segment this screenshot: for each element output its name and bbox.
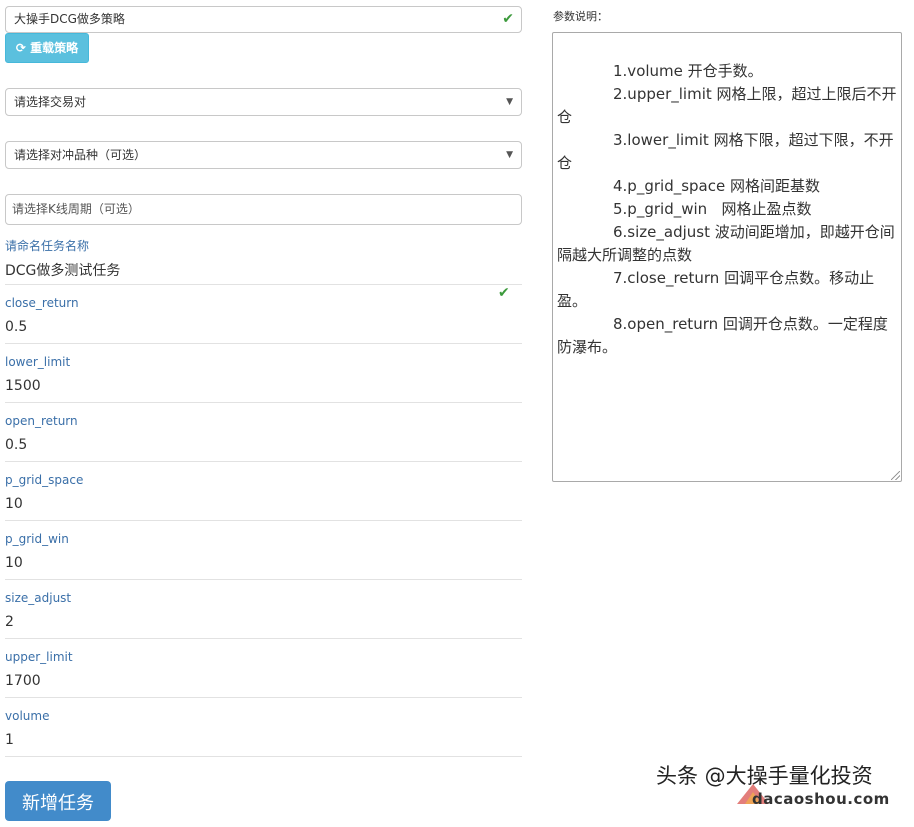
help-line: 2.upper_limit 网格上限，超过上限后不开仓 [557, 85, 897, 126]
chevron-down-icon: ▼ [506, 150, 513, 160]
param-label-open-return: open_return [5, 414, 78, 428]
divider [5, 520, 522, 521]
divider [5, 697, 522, 698]
check-icon: ✔ [502, 11, 514, 27]
param-label-volume: volume [5, 709, 50, 723]
param-input-open-return[interactable]: 0.5 [5, 437, 27, 453]
divider [5, 461, 522, 462]
param-label-close-return: close_return [5, 296, 79, 310]
param-input-p-grid-win[interactable]: 10 [5, 555, 23, 571]
help-line: 8.open_return 回调开仓点数。一定程度防瀑布。 [557, 315, 888, 356]
divider [5, 402, 522, 403]
add-task-button[interactable]: 新增任务 [5, 781, 111, 821]
param-input-upper-limit[interactable]: 1700 [5, 673, 41, 689]
task-name-input[interactable]: DCG做多测试任务 [5, 260, 120, 280]
help-line: 4.p_grid_space 网格间距基数 [613, 177, 820, 195]
reload-strategy-label: 重载策略 [30, 41, 79, 55]
param-label-lower-limit: lower_limit [5, 355, 71, 369]
divider [5, 343, 522, 344]
divider [5, 638, 522, 639]
param-input-close-return[interactable]: 0.5 [5, 319, 27, 335]
param-input-lower-limit[interactable]: 1500 [5, 378, 41, 394]
kline-period-placeholder: 请选择K线周期（可选） [12, 202, 140, 216]
param-label-size-adjust: size_adjust [5, 591, 72, 605]
task-name-label: 请命名任务名称 [5, 239, 90, 253]
strategy-select[interactable]: 大操手DCG做多策略 ✔ [5, 6, 522, 33]
divider [5, 756, 522, 757]
help-line: 1.volume 开仓手数。 [613, 62, 763, 80]
kline-period-input[interactable]: 请选择K线周期（可选） [5, 194, 522, 225]
pair-select[interactable]: 请选择交易对 ▼ [5, 88, 522, 116]
param-label-upper-limit: upper_limit [5, 650, 73, 664]
help-title: 参数说明： [553, 10, 608, 23]
divider [5, 579, 522, 580]
param-label-p-grid-space: p_grid_space [5, 473, 84, 487]
help-textarea[interactable]: 1.volume 开仓手数。 2.upper_limit 网格上限，超过上限后不… [552, 32, 902, 482]
pair-select-value: 请选择交易对 [14, 95, 87, 109]
resize-handle[interactable] [891, 471, 900, 480]
param-input-size-adjust[interactable]: 2 [5, 614, 14, 630]
check-icon: ✔ [498, 285, 510, 301]
param-input-p-grid-space[interactable]: 10 [5, 496, 23, 512]
param-label-p-grid-win: p_grid_win [5, 532, 69, 546]
reload-strategy-button[interactable]: ⟳ 重载策略 [5, 33, 89, 63]
help-line: 5.p_grid_win 网格止盈点数 [613, 200, 812, 218]
hedge-select[interactable]: 请选择对冲品种（可选） ▼ [5, 141, 522, 169]
watermark-text: 头条 @大操手量化投资 [656, 764, 873, 788]
help-line: 3.lower_limit 网格下限，超过下限，不开仓 [557, 131, 894, 172]
param-input-volume[interactable]: 1 [5, 732, 14, 748]
help-line: 6.size_adjust 波动间距增加，即越开仓间隔越大所调整的点数 [557, 223, 895, 264]
hedge-select-value: 请选择对冲品种（可选） [14, 148, 147, 162]
strategy-value: 大操手DCG做多策略 [14, 12, 125, 26]
chevron-down-icon: ▼ [506, 97, 513, 107]
refresh-icon: ⟳ [15, 41, 26, 55]
help-line: 7.close_return 回调平仓点数。移动止盈。 [557, 269, 875, 310]
watermark-site: dacaoshou.com [752, 790, 890, 808]
divider [5, 284, 522, 285]
